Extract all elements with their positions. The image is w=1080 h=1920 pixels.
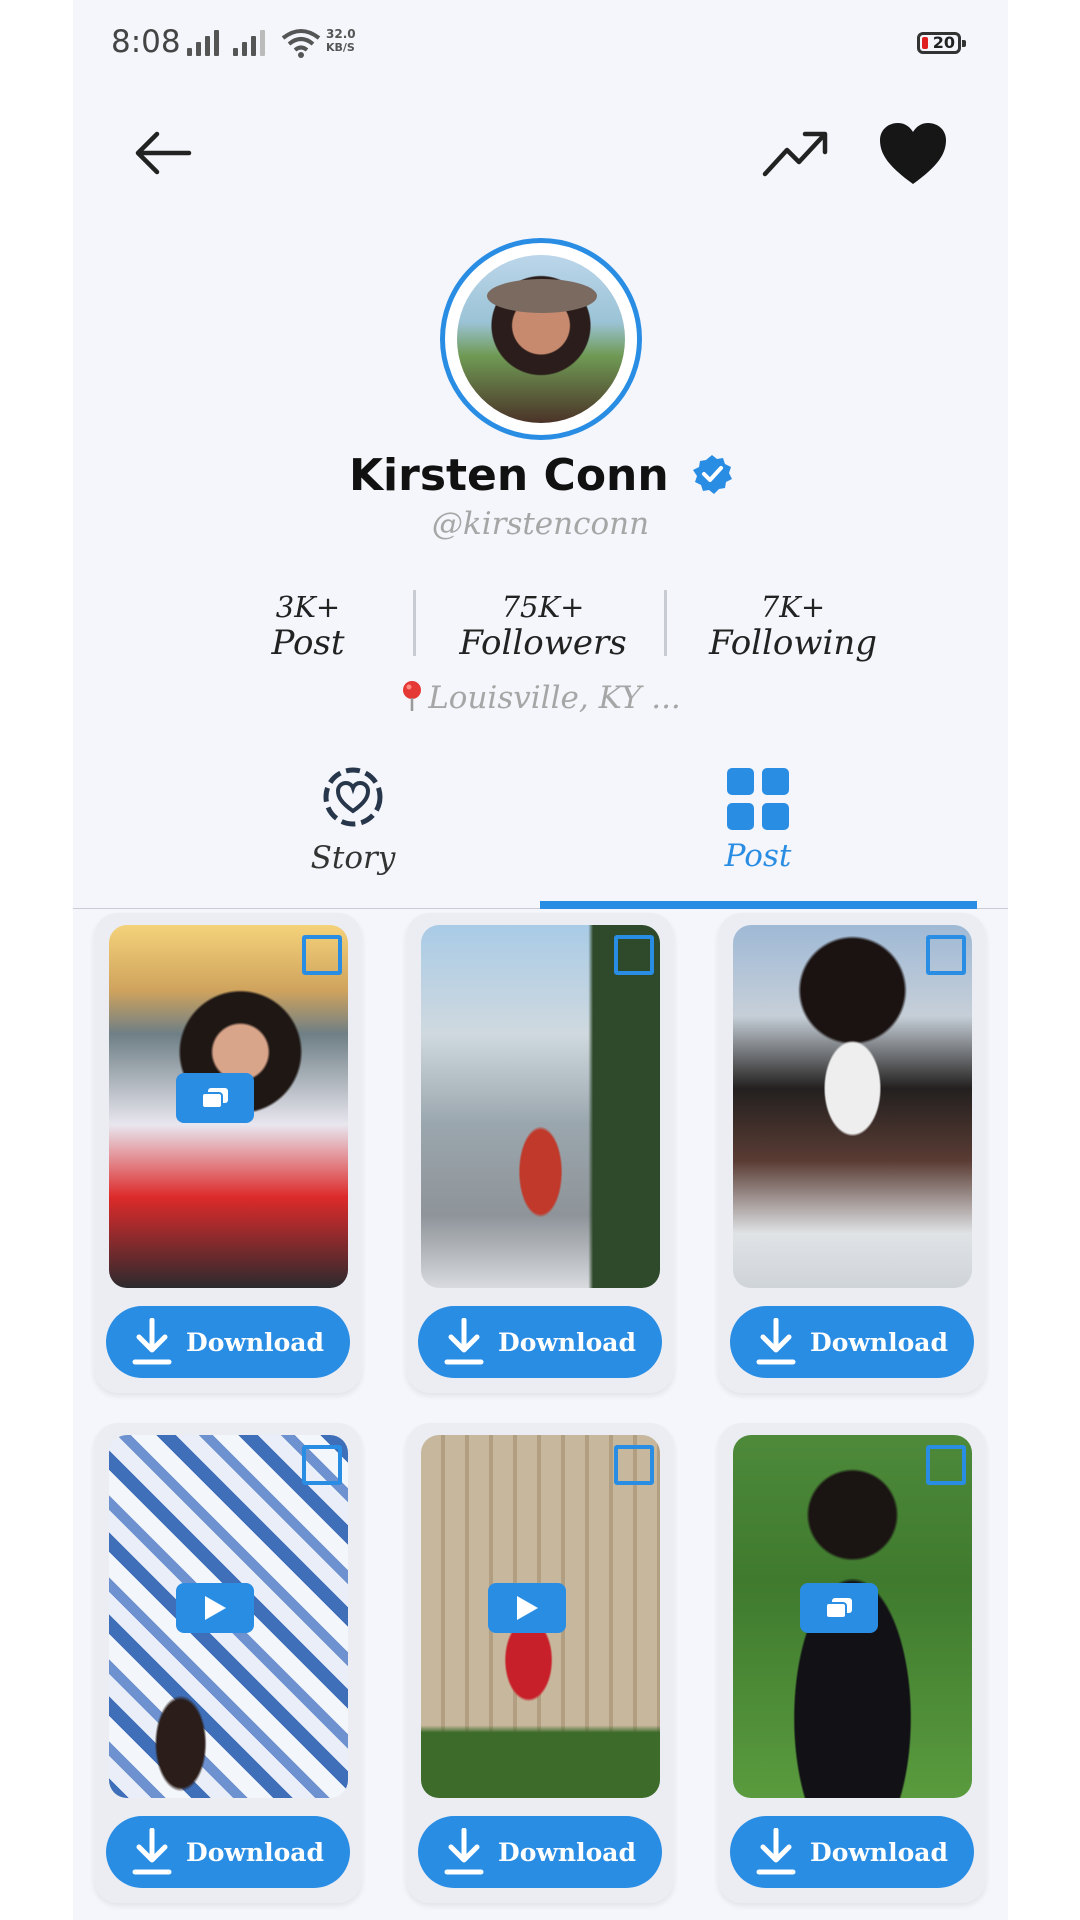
- download-label: Download: [810, 1837, 948, 1867]
- signal-icon-2: [233, 28, 265, 56]
- stat-divider: [664, 590, 667, 656]
- select-checkbox[interactable]: [302, 1445, 342, 1485]
- post-card[interactable]: Download: [718, 1423, 986, 1903]
- tab-active-indicator: [540, 901, 977, 909]
- trending-up-icon[interactable]: [761, 128, 831, 178]
- wifi-icon: [281, 29, 321, 58]
- story-heart-icon: [323, 767, 383, 827]
- download-icon: [132, 1828, 172, 1875]
- download-button[interactable]: Download: [730, 1816, 974, 1888]
- stat-posts[interactable]: 3K+ Post: [233, 590, 383, 662]
- profile-avatar[interactable]: [440, 238, 642, 440]
- network-speed: 32.0 KB/S: [326, 27, 356, 55]
- download-label: Download: [186, 1327, 324, 1357]
- stat-divider: [413, 590, 416, 656]
- post-card[interactable]: Download: [406, 1423, 674, 1903]
- avatar-hat: [487, 279, 597, 313]
- tab-post[interactable]: Post: [668, 766, 848, 874]
- grid-icon: [727, 768, 789, 830]
- stat-posts-label: Post: [271, 623, 345, 663]
- select-checkbox[interactable]: [302, 935, 342, 975]
- download-button[interactable]: Download: [418, 1816, 662, 1888]
- post-image[interactable]: [421, 925, 660, 1288]
- post-card[interactable]: Download: [718, 913, 986, 1393]
- download-button[interactable]: Download: [418, 1306, 662, 1378]
- post-card[interactable]: Download: [94, 913, 362, 1393]
- select-checkbox[interactable]: [614, 1445, 654, 1485]
- stat-followers-label: Followers: [459, 623, 627, 663]
- stat-posts-value: 3K+: [275, 590, 341, 624]
- profile-stats: 3K+ Post 75K+ Followers 7K+ Following: [73, 590, 1008, 670]
- battery-icon: 20: [917, 32, 966, 54]
- download-button[interactable]: Download: [106, 1306, 350, 1378]
- download-icon: [444, 1318, 484, 1365]
- status-time: 8:08: [111, 24, 181, 60]
- back-arrow-icon[interactable]: [133, 128, 193, 178]
- heart-icon[interactable]: [878, 122, 948, 186]
- carousel-badge-icon: [800, 1583, 878, 1633]
- download-label: Download: [186, 1837, 324, 1867]
- profile-location: Louisville, KY ...: [73, 680, 1008, 716]
- select-checkbox[interactable]: [926, 1445, 966, 1485]
- tab-story-label: Story: [310, 840, 396, 876]
- status-bar: 8:08 32.0 KB/S 20: [73, 0, 1008, 90]
- signal-icon: [187, 28, 219, 56]
- verified-badge-icon: [693, 455, 733, 494]
- post-card[interactable]: Download: [406, 913, 674, 1393]
- app-screen: 8:08 32.0 KB/S 20 Kirsten Conn @kirstenc…: [73, 0, 1008, 1920]
- select-checkbox[interactable]: [926, 935, 966, 975]
- carousel-badge-icon: [176, 1073, 254, 1123]
- download-icon: [756, 1318, 796, 1365]
- stat-following-label: Following: [708, 623, 878, 663]
- download-label: Download: [810, 1327, 948, 1357]
- download-button[interactable]: Download: [730, 1306, 974, 1378]
- tab-post-label: Post: [724, 838, 792, 874]
- profile-name-text: Kirsten Conn: [348, 450, 669, 501]
- network-speed-value: 32.0: [326, 27, 356, 41]
- download-icon: [132, 1318, 172, 1365]
- stat-followers-value: 75K+: [501, 590, 585, 624]
- download-icon: [756, 1828, 796, 1875]
- download-icon: [444, 1828, 484, 1875]
- avatar-image: [457, 255, 625, 423]
- profile-name: Kirsten Conn: [73, 450, 1008, 501]
- location-text: Louisville, KY ...: [428, 680, 681, 716]
- download-label: Download: [498, 1837, 636, 1867]
- select-checkbox[interactable]: [614, 935, 654, 975]
- video-play-icon: [488, 1583, 566, 1633]
- download-button[interactable]: Download: [106, 1816, 350, 1888]
- post-card[interactable]: Download: [94, 1423, 362, 1903]
- map-pin-icon: [403, 681, 422, 711]
- post-image[interactable]: [733, 925, 972, 1288]
- stat-following[interactable]: 7K+ Following: [693, 590, 893, 662]
- tab-story[interactable]: Story: [263, 766, 443, 876]
- network-speed-unit: KB/S: [326, 41, 355, 54]
- video-play-icon: [176, 1583, 254, 1633]
- stat-followers[interactable]: 75K+ Followers: [443, 590, 643, 662]
- stat-following-value: 7K+: [760, 590, 826, 624]
- download-label: Download: [498, 1327, 636, 1357]
- profile-handle: @kirstenconn: [431, 506, 650, 542]
